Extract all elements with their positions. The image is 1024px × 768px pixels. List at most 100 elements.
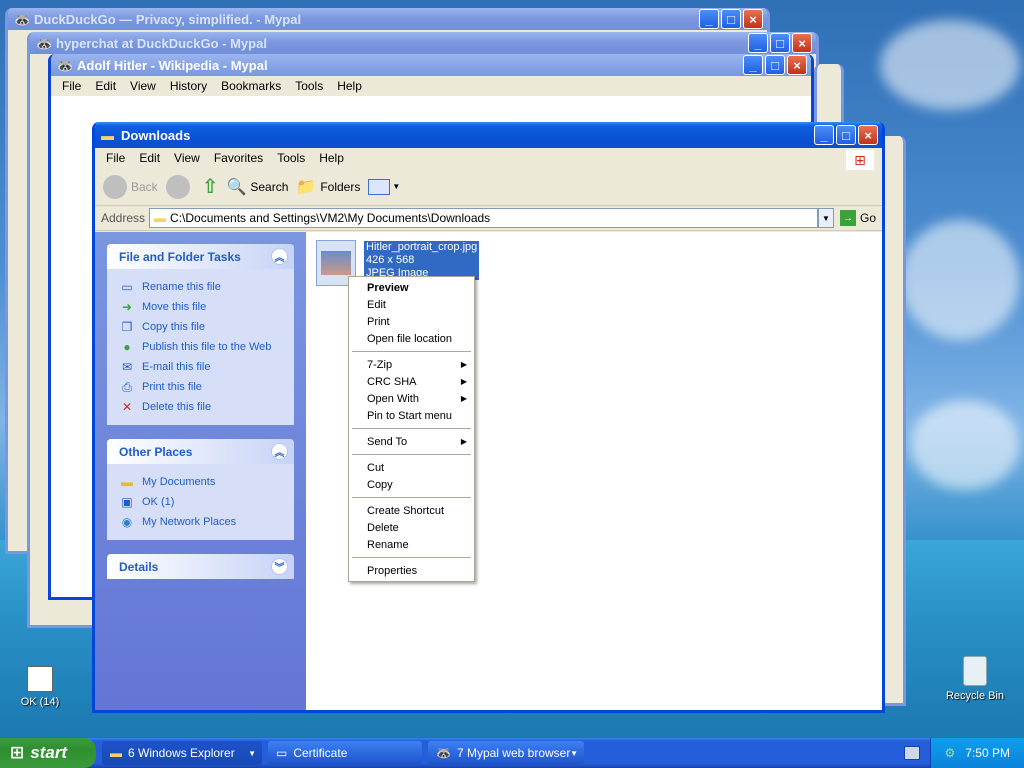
menu-view[interactable]: View xyxy=(167,151,207,165)
place-ok[interactable]: ▣ OK (1) xyxy=(119,492,282,512)
menu-item-open-location[interactable]: Open file location xyxy=(349,330,474,347)
menu-edit[interactable]: Edit xyxy=(88,79,123,93)
forward-button[interactable] xyxy=(165,174,194,199)
menu-tools[interactable]: Tools xyxy=(288,79,330,93)
menu-item-crc-sha[interactable]: CRC SHA ▶ xyxy=(349,373,474,390)
task-rename[interactable]: ▭ Rename this file xyxy=(119,277,282,297)
menu-file[interactable]: File xyxy=(99,151,132,165)
maximize-button[interactable]: □ xyxy=(836,125,856,145)
close-button[interactable]: × xyxy=(858,125,878,145)
taskbar-item-explorer[interactable]: ▬ 6 Windows Explorer ▼ xyxy=(102,741,262,765)
menu-item-rename[interactable]: Rename xyxy=(349,536,474,553)
menu-view[interactable]: View xyxy=(123,79,163,93)
address-dropdown-button[interactable]: ▼ xyxy=(817,208,834,228)
menu-item-copy[interactable]: Copy xyxy=(349,476,474,493)
menu-file[interactable]: File xyxy=(55,79,88,93)
collapse-icon[interactable]: ︽ xyxy=(271,443,288,460)
start-button[interactable]: ⊞ start xyxy=(0,738,96,768)
menu-item-cut[interactable]: Cut xyxy=(349,459,474,476)
menu-item-delete[interactable]: Delete xyxy=(349,519,474,536)
menu-tools[interactable]: Tools xyxy=(270,151,312,165)
submenu-arrow-icon: ▶ xyxy=(460,360,467,369)
task-print[interactable]: ⎙ Print this file xyxy=(119,377,282,397)
task-email[interactable]: ✉ E-mail this file xyxy=(119,357,282,377)
close-button[interactable]: × xyxy=(792,33,812,53)
titlebar[interactable]: 🦝 hyperchat at DuckDuckGo - Mypal _ □ × xyxy=(30,32,816,54)
menu-item-create-shortcut[interactable]: Create Shortcut xyxy=(349,502,474,519)
menu-edit[interactable]: Edit xyxy=(132,151,167,165)
titlebar[interactable]: ▬ Downloads _ □ × xyxy=(95,122,882,148)
place-my-documents[interactable]: ▬ My Documents xyxy=(119,472,282,492)
minimize-button[interactable]: _ xyxy=(814,125,834,145)
panel-header[interactable]: Details ︾ xyxy=(107,554,294,579)
network-icon[interactable]: ⚙ xyxy=(945,746,956,760)
close-button[interactable]: × xyxy=(787,55,807,75)
menu-label: Send To xyxy=(367,435,408,448)
menu-label: Open With xyxy=(367,392,419,405)
menu-item-edit[interactable]: Edit xyxy=(349,296,474,313)
desktop-icon-ok[interactable]: OK (14) xyxy=(16,666,64,708)
folders-button[interactable]: 📁 Folders xyxy=(296,177,360,197)
globe-icon: ● xyxy=(123,340,131,354)
menu-item-7zip[interactable]: 7-Zip ▶ xyxy=(349,356,474,373)
menu-history[interactable]: History xyxy=(163,79,214,93)
taskbar-item-certificate[interactable]: ▭ Certificate xyxy=(268,741,422,765)
file-label[interactable]: Hitler_portrait_crop.jpg 426 x 568 JPEG … xyxy=(364,241,480,280)
panel-header[interactable]: File and Folder Tasks ︽ xyxy=(107,244,294,269)
menu-help[interactable]: Help xyxy=(330,79,369,93)
menu-item-send-to[interactable]: Send To ▶ xyxy=(349,433,474,450)
task-move[interactable]: ➜ Move this file xyxy=(119,297,282,317)
task-delete[interactable]: ✕ Delete this file xyxy=(119,397,282,417)
keyboard-icon[interactable] xyxy=(904,746,920,760)
forward-arrow-icon xyxy=(165,174,190,199)
maximize-button[interactable]: □ xyxy=(770,33,790,53)
back-button[interactable]: Back xyxy=(103,174,158,199)
task-publish[interactable]: ● Publish this file to the Web xyxy=(119,337,282,357)
close-button[interactable]: × xyxy=(743,9,763,29)
cloud xyxy=(900,220,1020,340)
place-network[interactable]: ◉ My Network Places xyxy=(119,512,282,532)
address-input[interactable]: ▬ C:\Documents and Settings\VM2\My Docum… xyxy=(149,208,818,228)
clock[interactable]: 7:50 PM xyxy=(965,746,1010,760)
maximize-button[interactable]: □ xyxy=(765,55,785,75)
menu-item-pin-start[interactable]: Pin to Start menu xyxy=(349,407,474,424)
file-dimensions: 426 x 568 xyxy=(366,254,415,266)
up-button[interactable]: ⇧ xyxy=(202,174,219,199)
menu-bookmarks[interactable]: Bookmarks xyxy=(214,79,288,93)
menu-item-properties[interactable]: Properties xyxy=(349,562,474,579)
file-name: Hitler_portrait_crop.jpg xyxy=(366,241,478,253)
folder-icon: ▬ xyxy=(101,128,114,143)
window-title: Downloads xyxy=(121,127,191,143)
go-button[interactable]: → Go xyxy=(839,210,876,226)
explorer-window[interactable]: ▬ Downloads _ □ × File Edit View Favorit… xyxy=(92,122,885,713)
window-title: hyperchat at DuckDuckGo - Mypal xyxy=(56,35,267,51)
desktop-icon-recycle-bin[interactable]: Recycle Bin xyxy=(944,656,1006,702)
taskbar-item-mypal[interactable]: 🦝 7 Mypal web browser ▼ xyxy=(428,741,584,765)
menu-separator xyxy=(352,428,471,429)
titlebar[interactable]: 🦝 Adolf Hitler - Wikipedia - Mypal _ □ × xyxy=(51,54,811,76)
move-icon: ➜ xyxy=(121,300,133,314)
views-button[interactable]: ▼ xyxy=(368,178,400,195)
collapse-icon[interactable]: ︽ xyxy=(271,248,288,265)
menu-item-preview[interactable]: Preview xyxy=(349,279,474,296)
menu-item-print[interactable]: Print xyxy=(349,313,474,330)
submenu-arrow-icon: ▶ xyxy=(460,377,467,386)
minimize-button[interactable]: _ xyxy=(699,9,719,29)
search-button[interactable]: 🔍 Search xyxy=(226,177,288,197)
minimize-button[interactable]: _ xyxy=(748,33,768,53)
titlebar[interactable]: 🦝 DuckDuckGo — Privacy, simplified. - My… xyxy=(8,8,767,30)
mypal-icon: 🦝 xyxy=(57,58,74,73)
submenu-arrow-icon: ▶ xyxy=(460,394,467,403)
menu-separator xyxy=(352,497,471,498)
menu-separator xyxy=(352,351,471,352)
menu-favorites[interactable]: Favorites xyxy=(207,151,270,165)
panel-header[interactable]: Other Places ︽ xyxy=(107,439,294,464)
panel-title: Other Places xyxy=(119,444,193,459)
menu-item-open-with[interactable]: Open With ▶ xyxy=(349,390,474,407)
maximize-button[interactable]: □ xyxy=(721,9,741,29)
minimize-button[interactable]: _ xyxy=(743,55,763,75)
task-copy[interactable]: ❐ Copy this file xyxy=(119,317,282,337)
menu-help[interactable]: Help xyxy=(312,151,351,165)
expand-icon[interactable]: ︾ xyxy=(271,558,288,575)
place-label: OK (1) xyxy=(142,496,175,508)
